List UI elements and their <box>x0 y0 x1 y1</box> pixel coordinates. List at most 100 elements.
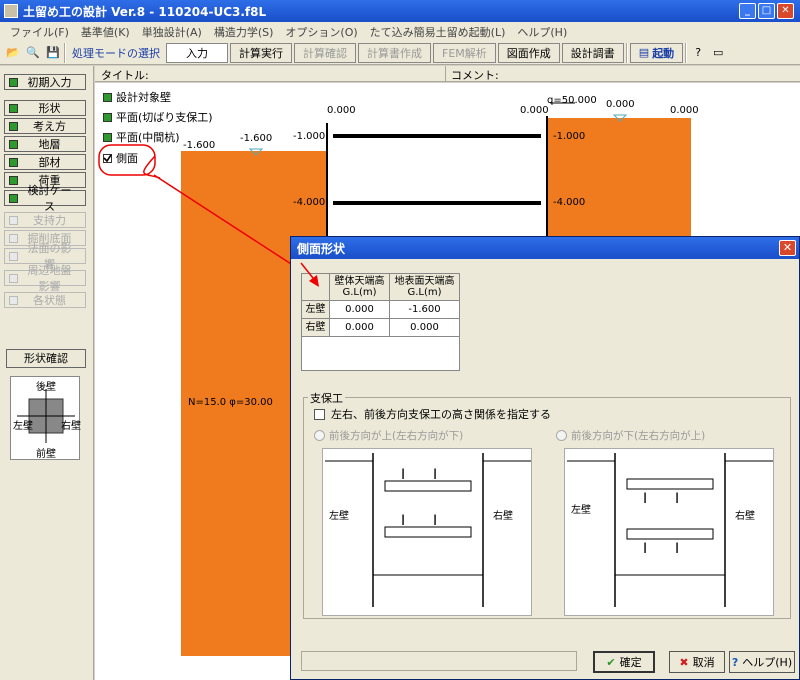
status-square-icon <box>9 77 18 87</box>
red-arrowhead <box>300 262 319 287</box>
help-button[interactable]: ? ヘルプ(H) <box>729 651 795 673</box>
minimize-button[interactable]: _ <box>739 3 756 19</box>
svg-text:I: I <box>433 467 437 483</box>
nav-label: 部材 <box>38 156 61 169</box>
menu-structural[interactable]: 構造力学(S) <box>208 24 280 40</box>
svg-text:I: I <box>675 491 679 507</box>
status-square-icon <box>9 121 18 131</box>
svg-text:I: I <box>643 491 647 507</box>
window-titlebar: 土留め工の設計 Ver.8 - 110204-UC3.f8L _ □ ✕ <box>0 0 800 22</box>
menu-standard[interactable]: 基準値(K) <box>75 24 136 40</box>
nav-each-state[interactable]: 各状態 <box>4 292 86 308</box>
label-load: q=50.000 <box>547 95 597 106</box>
drawing-button[interactable]: 図面作成 <box>497 42 560 63</box>
nav-stratum[interactable]: 地層 <box>4 136 86 152</box>
table-empty-area <box>301 336 460 371</box>
toolbar-separator <box>64 42 66 63</box>
calc-run-button[interactable]: 計算実行 <box>230 42 292 63</box>
mode-select-label: 処理モードの選択 <box>72 46 160 60</box>
menu-option[interactable]: オプション(O) <box>279 24 363 40</box>
report-create-button[interactable]: 計算書作成 <box>358 42 431 63</box>
diagram-left-wall-label: 左壁 <box>329 511 349 522</box>
menu-single-design[interactable]: 単独設計(A) <box>136 24 208 40</box>
checkbox-icon <box>314 408 325 420</box>
compass-left-label: 左壁 <box>13 421 33 432</box>
cancel-button[interactable]: ✖ 取消 <box>669 651 725 673</box>
nav-label: 地層 <box>38 138 61 151</box>
support-group: 支保工 左右、前後方向支保工の高さ関係を指定する 前後方向が上(左右方向が下) … <box>303 390 791 619</box>
maximize-button[interactable]: □ <box>758 3 775 19</box>
design-report-button[interactable]: 設計調書 <box>561 42 624 63</box>
left-wall-top-cell[interactable]: 0.000 <box>329 300 390 319</box>
nav-member[interactable]: 部材 <box>4 154 86 170</box>
support-diagram-lower: I I I I 左壁 右壁 <box>564 448 774 616</box>
info-card-icon[interactable]: ▭ <box>709 44 727 62</box>
header-ground-top: 地表面天端高 G.L(m) <box>389 273 460 301</box>
cancel-label: 取消 <box>692 656 715 669</box>
nav-concept[interactable]: 考え方 <box>4 118 86 134</box>
specify-height-checkbox[interactable]: 左右、前後方向支保工の高さ関係を指定する <box>314 406 551 422</box>
diagram-left-wall-label: 左壁 <box>571 505 591 516</box>
comment-label: コメント: <box>451 69 499 82</box>
label-strut1-right: -1.000 <box>553 131 586 142</box>
radio-front-back-upper[interactable]: 前後方向が上(左右方向が下) <box>314 428 463 443</box>
ok-label: 確定 <box>619 656 642 669</box>
nav-shape[interactable]: 形状 <box>4 100 86 116</box>
left-ground-top-cell[interactable]: -1.600 <box>389 300 460 319</box>
nav-bearing[interactable]: 支持力 <box>4 212 86 228</box>
input-mode-button[interactable]: 入力 <box>166 42 228 63</box>
save-icon[interactable]: 💾 <box>44 44 62 62</box>
ok-button[interactable]: ✔ 確定 <box>593 651 655 673</box>
status-square-icon <box>9 103 18 113</box>
help-label: ヘルプ(H) <box>742 656 793 669</box>
nav-label: 各状態 <box>33 294 66 307</box>
specify-height-label: 左右、前後方向支保工の高さ関係を指定する <box>331 408 551 421</box>
calc-check-button[interactable]: 計算確認 <box>294 42 356 63</box>
nav-surrounding-ground[interactable]: 周辺地盤影響 <box>4 264 86 293</box>
label-strut1-left: -1.000 <box>293 131 326 142</box>
status-square-icon <box>9 233 18 243</box>
help-icon[interactable]: ? <box>689 44 707 62</box>
status-square-icon <box>9 251 18 261</box>
dialog-close-button[interactable]: ✕ <box>779 240 796 256</box>
x-icon: ✖ <box>679 655 689 669</box>
left-panel: 初期入力 形状 考え方 地層 部材 荷重 検討ケース 支持力 掘削底面 法面の影… <box>0 66 94 680</box>
radio-front-back-lower[interactable]: 前後方向が下(左右方向が上) <box>556 428 705 443</box>
dialog-status-bar <box>301 651 577 671</box>
check-icon: ✔ <box>606 655 616 669</box>
highlight-circle <box>98 144 156 176</box>
diagram-upper-svg: I I I I <box>325 453 531 607</box>
support-diagram-upper: I I I I 左壁 右壁 <box>322 448 532 616</box>
label-strut2-left: -4.000 <box>293 197 326 208</box>
nav-initial-input[interactable]: 初期入力 <box>4 74 86 90</box>
right-wall-top-cell[interactable]: 0.000 <box>329 318 390 337</box>
menu-help[interactable]: ヘルプ(H) <box>511 24 573 40</box>
launch-label: 起動 <box>652 46 675 60</box>
nav-label: 形状 <box>38 102 61 115</box>
menu-launch[interactable]: たて込み簡易土留め起動(L) <box>364 24 512 40</box>
menu-file[interactable]: ファイル(F) <box>4 24 75 40</box>
nav-label: 考え方 <box>33 120 66 133</box>
nav-case[interactable]: 検討ケース <box>4 184 86 213</box>
launch-button[interactable]: ▤ 起動 <box>629 42 684 63</box>
compass-back-label: 後壁 <box>36 382 56 393</box>
wall-compass: 後壁 前壁 左壁 右壁 <box>10 376 81 460</box>
label-top-right: 0.000 <box>520 105 549 116</box>
svg-text:I: I <box>643 541 647 557</box>
right-ground-top-cell[interactable]: 0.000 <box>389 318 460 337</box>
svg-text:I: I <box>401 467 405 483</box>
svg-text:I: I <box>433 513 437 529</box>
label-top-right2: 0.000 <box>606 99 635 110</box>
fem-button[interactable]: FEM解析 <box>433 42 496 63</box>
row-label: 右壁 <box>301 318 330 337</box>
open-folder-icon[interactable]: 📂 <box>4 44 22 62</box>
shape-check-button[interactable]: 形状確認 <box>6 349 86 368</box>
window-title: 土留め工の設計 Ver.8 - 110204-UC3.f8L <box>23 4 267 19</box>
close-button[interactable]: ✕ <box>777 3 794 19</box>
search-icon[interactable]: 🔍 <box>24 44 42 62</box>
side-shape-dialog: 側面形状 ✕ 壁体天端高 G.L(m) 地表面天端高 G.L(m) 左壁 0.0… <box>290 236 800 680</box>
header-wall-top: 壁体天端高 G.L(m) <box>329 273 390 301</box>
label-gl-left-b: -1.600 <box>240 133 273 144</box>
menubar: ファイル(F) 基準値(K) 単独設計(A) 構造力学(S) オプション(O) … <box>0 22 800 41</box>
status-square-icon <box>9 193 18 203</box>
